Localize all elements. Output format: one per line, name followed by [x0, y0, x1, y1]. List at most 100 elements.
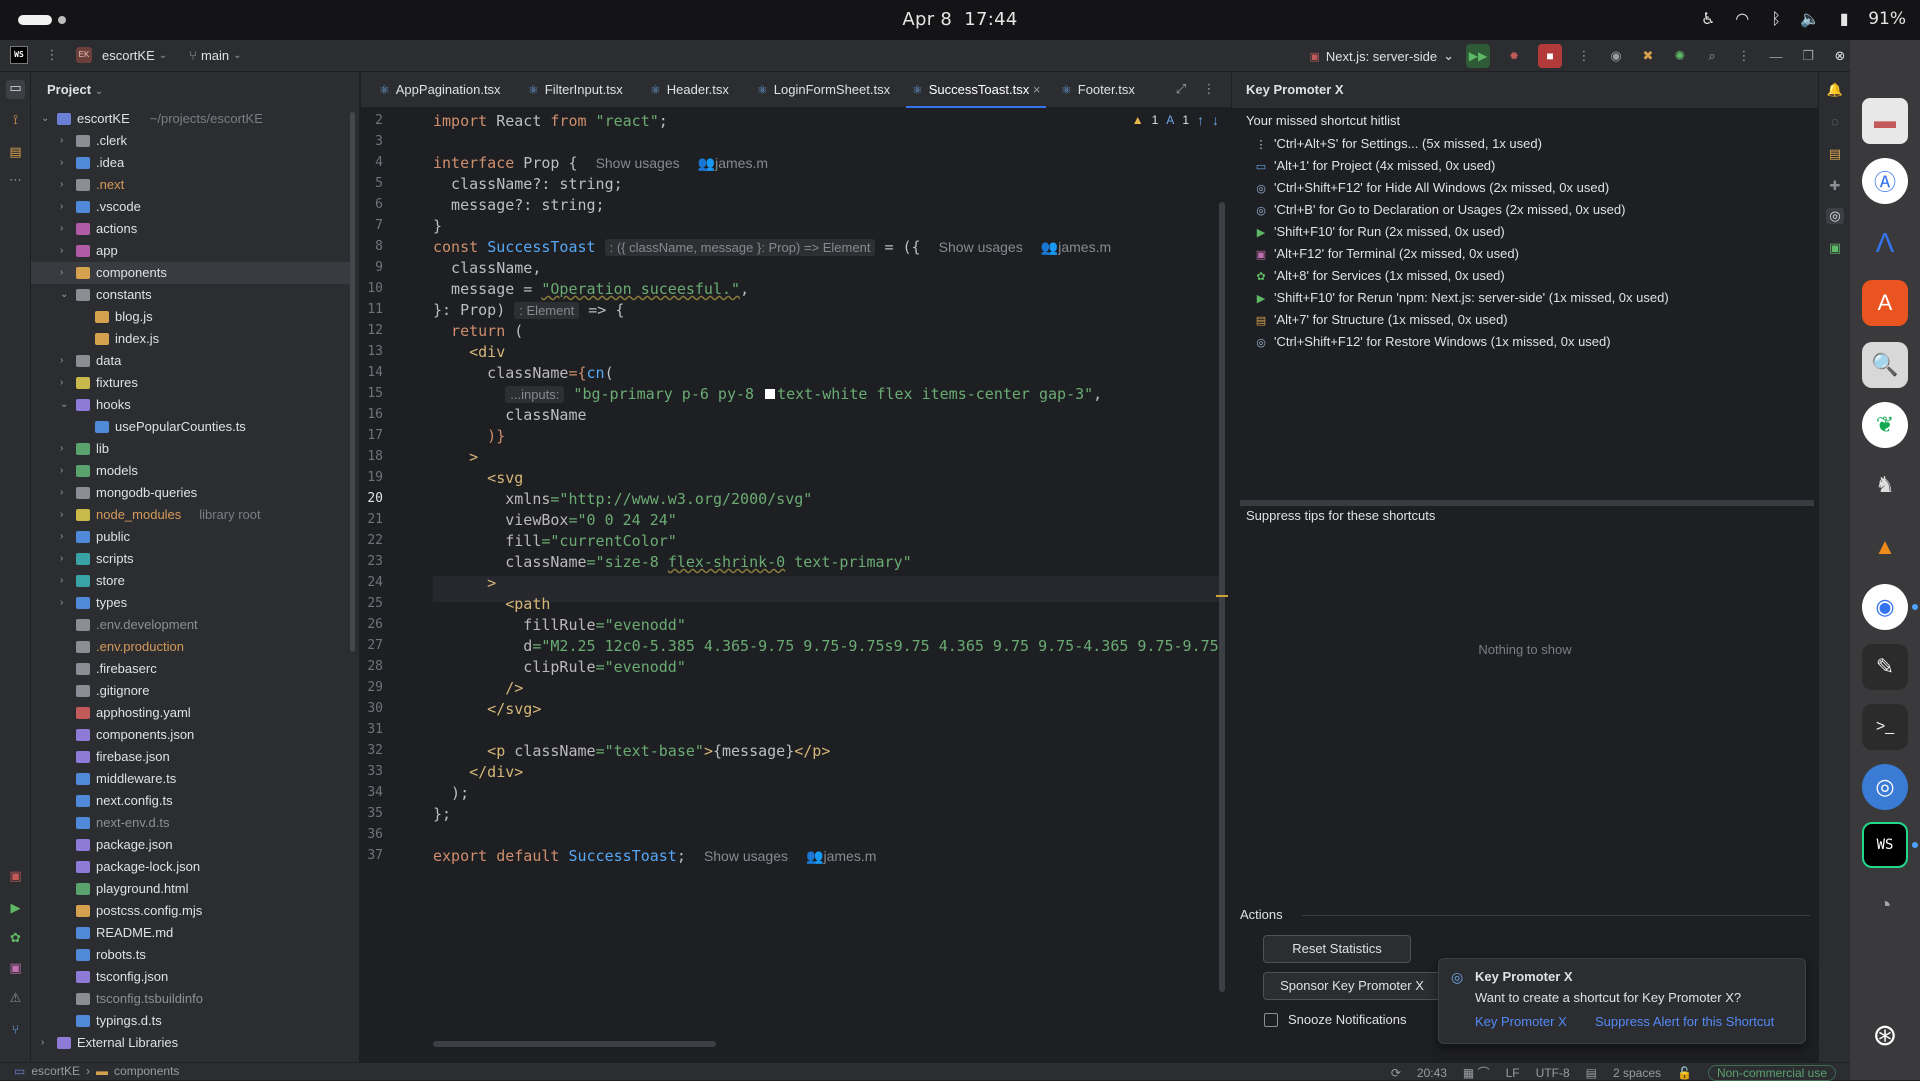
structure-tool-icon[interactable]: ▤: [6, 144, 25, 163]
tree-node[interactable]: postcss.config.mjs: [31, 900, 351, 922]
show-usages-link[interactable]: Show usages: [596, 155, 680, 171]
editor-tab[interactable]: ⚛ LoginFormSheet.tsx: [757, 72, 890, 108]
volume-icon[interactable]: 🔈: [1800, 9, 1820, 29]
tree-node[interactable]: › External Libraries: [31, 1032, 351, 1054]
database-icon[interactable]: ▤: [1826, 146, 1844, 162]
tree-node[interactable]: middleware.ts: [31, 768, 351, 790]
notification-link-kpx[interactable]: Key Promoter X: [1475, 1014, 1567, 1029]
terminal-tool-icon[interactable]: ▣: [6, 960, 25, 979]
tree-node[interactable]: next.config.ts: [31, 790, 351, 812]
chevron-right-icon[interactable]: ›: [60, 592, 72, 614]
show-usages-link[interactable]: Show usages: [939, 239, 1023, 255]
hitlist-item[interactable]: ▤ 'Alt+7' for Structure (1x missed, 0x us…: [1254, 309, 1508, 331]
close-tab-icon[interactable]: ×: [1029, 82, 1041, 97]
reset-statistics-button[interactable]: Reset Statistics: [1263, 935, 1411, 963]
hitlist-item[interactable]: ▶ 'Shift+F10' for Run (2x missed, 0x used…: [1254, 221, 1505, 243]
android-studio-icon[interactable]: Λ: [1862, 220, 1908, 266]
system-tray[interactable]: ♿ ◠ ᛒ 🔈 ▮ 91%: [1698, 9, 1906, 29]
show-usages-link[interactable]: Show usages: [704, 848, 788, 864]
tree-node[interactable]: › data: [31, 350, 351, 372]
tree-node[interactable]: › .vscode: [31, 196, 351, 218]
key-promoter-tool-icon[interactable]: ◎: [1826, 208, 1844, 224]
tree-node[interactable]: › .idea: [31, 152, 351, 174]
services-tool-icon[interactable]: ✿: [6, 930, 25, 949]
tree-node[interactable]: › types: [31, 592, 351, 614]
editor-tabs-menu-icon[interactable]: ⋮: [1199, 81, 1219, 97]
tree-node[interactable]: ⌄ constants: [31, 284, 351, 306]
layout-icon[interactable]: ▦ ⌒: [1463, 1064, 1490, 1081]
chevron-right-icon[interactable]: ›: [60, 240, 72, 262]
notification-link-suppress[interactable]: Suppress Alert for this Shortcut: [1595, 1014, 1774, 1029]
ubuntu-logo-icon[interactable]: ⊛: [1862, 1012, 1908, 1058]
terminal-side-icon[interactable]: ▣: [1826, 240, 1844, 256]
chevron-right-icon[interactable]: ›: [41, 1032, 53, 1054]
author-label[interactable]: james.m: [715, 155, 768, 171]
tree-node[interactable]: › lib: [31, 438, 351, 460]
chevron-down-icon[interactable]: ⌄: [60, 284, 72, 306]
tree-node[interactable]: › .next: [31, 174, 351, 196]
build-tools-icon[interactable]: ✖: [1638, 48, 1658, 64]
text-editor-icon[interactable]: ✎: [1862, 644, 1908, 690]
author-label[interactable]: james.m: [1058, 239, 1111, 255]
tree-node[interactable]: .env.development: [31, 614, 351, 636]
tree-node[interactable]: › actions: [31, 218, 351, 240]
tree-node[interactable]: ⌄ hooks: [31, 394, 351, 416]
tree-node[interactable]: next-env.d.ts: [31, 812, 351, 834]
license-badge[interactable]: Non-commercial use: [1707, 1064, 1836, 1081]
tree-node[interactable]: tsconfig.json: [31, 966, 351, 988]
battery-icon[interactable]: ▮: [1834, 9, 1854, 29]
tree-node[interactable]: › .clerk: [31, 130, 351, 152]
restore-window-icon[interactable]: ❐: [1798, 48, 1818, 64]
problems-tool-icon[interactable]: ⚠: [6, 990, 25, 1009]
minimize-window-icon[interactable]: —: [1766, 49, 1786, 64]
breadcrumb-project[interactable]: escortKE: [31, 1064, 80, 1078]
indent-setting[interactable]: 2 spaces: [1613, 1066, 1661, 1080]
chevron-right-icon[interactable]: ›: [60, 526, 72, 548]
hitlist-item[interactable]: ⋮ 'Ctrl+Alt+S' for Settings... (5x missed…: [1254, 133, 1542, 155]
notifications-icon[interactable]: 🔔: [1826, 82, 1844, 98]
chevron-right-icon[interactable]: ›: [60, 152, 72, 174]
app-store-icon[interactable]: A: [1862, 280, 1908, 326]
tree-node[interactable]: .firebaserc: [31, 658, 351, 680]
app-center-icon[interactable]: Ⓐ: [1862, 158, 1908, 204]
chess-icon[interactable]: ♞: [1862, 462, 1908, 508]
tree-node[interactable]: playground.html: [31, 878, 351, 900]
editor-horizontal-scrollbar[interactable]: [433, 1041, 716, 1047]
tree-node[interactable]: › components: [31, 262, 351, 284]
breadcrumb-folder[interactable]: components: [114, 1064, 179, 1078]
key-promoter-notification[interactable]: ◎ Key Promoter X Want to create a shortc…: [1438, 958, 1806, 1044]
vcs-sync-icon[interactable]: ⟳: [1391, 1066, 1401, 1080]
hitlist-item[interactable]: ◎ 'Ctrl+Shift+F12' for Restore Windows (1…: [1254, 331, 1610, 353]
debug-icon[interactable]: ✹: [1502, 44, 1526, 68]
chevron-right-icon[interactable]: ›: [60, 130, 72, 152]
tree-node[interactable]: components.json: [31, 724, 351, 746]
rerun-button[interactable]: ▶▶: [1466, 44, 1490, 68]
editor-tab[interactable]: ⚛ FilterInput.tsx: [528, 72, 623, 108]
main-menu-icon[interactable]: ⋮: [42, 47, 62, 63]
readonly-lock-icon[interactable]: 🔓: [1677, 1066, 1692, 1080]
terminal-icon[interactable]: >_: [1862, 704, 1908, 750]
branch-switcher[interactable]: ⑂ main ⌄: [189, 48, 241, 63]
chevron-down-icon[interactable]: ⌄: [41, 108, 53, 130]
editor-tab[interactable]: ⚛ Footer.tsx: [1061, 72, 1135, 108]
tree-node[interactable]: › scripts: [31, 548, 351, 570]
tree-node[interactable]: tsconfig.tsbuildinfo: [31, 988, 351, 1010]
chrome-icon[interactable]: ◉: [1862, 584, 1908, 630]
chevron-right-icon[interactable]: ›: [60, 460, 72, 482]
bluetooth-icon[interactable]: ᛒ: [1766, 9, 1786, 29]
project-tool-icon[interactable]: ▭: [6, 80, 25, 99]
run-tool-icon[interactable]: ▶: [6, 900, 25, 919]
tree-node[interactable]: .gitignore: [31, 680, 351, 702]
tree-node[interactable]: ⌄ escortKE ~/projects/escortKE: [31, 108, 351, 130]
tree-node[interactable]: › store: [31, 570, 351, 592]
tree-node[interactable]: robots.ts: [31, 944, 351, 966]
project-tree[interactable]: ⌄ escortKE ~/projects/escortKE › .clerk › .ide…: [31, 108, 351, 1054]
stop-button[interactable]: ■: [1538, 44, 1562, 68]
editor-tab[interactable]: ⚛ SuccessToast.tsx ×: [905, 72, 1047, 108]
ai-assistant-icon[interactable]: ✺: [1670, 48, 1690, 64]
chevron-right-icon[interactable]: ›: [60, 218, 72, 240]
run-configuration-selector[interactable]: ▣ Next.js: server-side ⌄: [1309, 48, 1454, 64]
tree-scrollbar[interactable]: [350, 112, 355, 652]
warning-stripe-marker[interactable]: [1216, 595, 1228, 597]
more-actions-icon[interactable]: ⋮: [1574, 48, 1594, 64]
